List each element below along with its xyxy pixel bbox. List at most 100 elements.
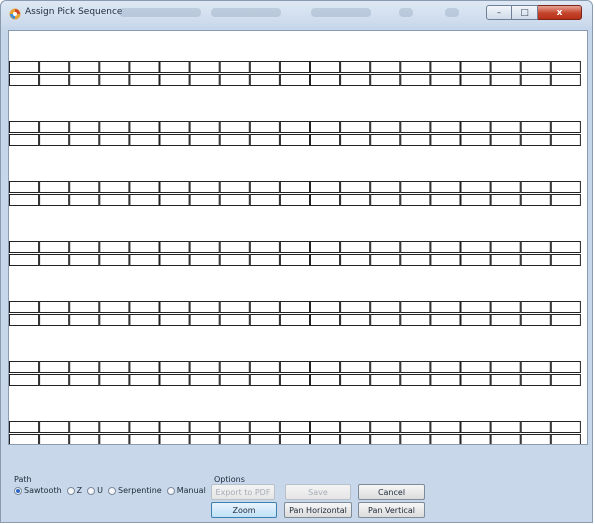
rack-bay[interactable] [219,374,250,386]
rack-bay[interactable] [219,241,250,253]
path-option-z[interactable]: Z [66,486,82,495]
rack-bay[interactable] [310,194,341,206]
rack-bay[interactable] [69,434,100,445]
maximize-button[interactable]: □ [512,5,538,20]
rack-bay[interactable] [249,121,280,133]
rack-bay[interactable] [9,134,40,146]
rack-bay[interactable] [39,254,70,266]
rack-bay[interactable] [520,434,551,445]
rack-bay[interactable] [400,74,431,86]
rack-bay[interactable] [249,421,280,433]
rack-bay[interactable] [159,61,190,73]
rack-bay[interactable] [189,241,220,253]
rack-bay[interactable] [370,314,401,326]
rack-bay[interactable] [550,121,581,133]
pan-vertical-button[interactable]: Pan Vertical [358,502,425,518]
rack-bay[interactable] [490,254,521,266]
rack-bay[interactable] [430,74,461,86]
rack-bay[interactable] [129,314,160,326]
rack-bay[interactable] [129,421,160,433]
rack-bay[interactable] [370,254,401,266]
rack-bay[interactable] [189,74,220,86]
rack-bay[interactable] [129,241,160,253]
rack-bay[interactable] [460,181,491,193]
rack-bay[interactable] [310,74,341,86]
rack-bay[interactable] [279,181,310,193]
rack-bay[interactable] [430,361,461,373]
rack-bay[interactable] [39,61,70,73]
rack-bay[interactable] [39,181,70,193]
rack-bay[interactable] [550,74,581,86]
rack-bay[interactable] [69,61,100,73]
rack-bay[interactable] [520,314,551,326]
rack-bay[interactable] [490,61,521,73]
rack-bay[interactable] [400,121,431,133]
rack-bay[interactable] [370,134,401,146]
rack-bay[interactable] [9,301,40,313]
rack-bay[interactable] [39,421,70,433]
rack-bay[interactable] [340,301,371,313]
rack-bay[interactable] [249,434,280,445]
rack-bay[interactable] [219,314,250,326]
rack-bay[interactable] [189,301,220,313]
rack-bay[interactable] [460,434,491,445]
rack-bay[interactable] [39,314,70,326]
rack-bay[interactable] [129,121,160,133]
rack-bay[interactable] [490,361,521,373]
rack-bay[interactable] [310,421,341,433]
rack-bay[interactable] [310,301,341,313]
rack-bay[interactable] [39,74,70,86]
save-button[interactable]: Save [285,484,351,500]
rack-bay[interactable] [340,74,371,86]
rack-bay[interactable] [99,374,130,386]
rack-bay[interactable] [430,194,461,206]
rack-bay[interactable] [310,361,341,373]
rack-bay[interactable] [9,61,40,73]
rack-bay[interactable] [189,254,220,266]
rack-bay[interactable] [189,434,220,445]
rack-bay[interactable] [219,134,250,146]
rack-bay[interactable] [400,61,431,73]
rack-bay[interactable] [520,374,551,386]
rack-bay[interactable] [550,61,581,73]
rack-bay[interactable] [430,241,461,253]
rack-bay[interactable] [279,374,310,386]
rack-bay[interactable] [460,241,491,253]
rack-bay[interactable] [340,61,371,73]
rack-bay[interactable] [460,121,491,133]
rack-bay[interactable] [370,241,401,253]
rack-bay[interactable] [189,61,220,73]
rack-bay[interactable] [9,74,40,86]
rack-bay[interactable] [430,61,461,73]
rack-bay[interactable] [189,194,220,206]
rack-bay[interactable] [550,241,581,253]
rack-bay[interactable] [249,181,280,193]
rack-bay[interactable] [159,421,190,433]
rack-bay[interactable] [279,361,310,373]
rack-bay[interactable] [219,361,250,373]
rack-bay[interactable] [310,121,341,133]
rack-bay[interactable] [460,61,491,73]
rack-bay[interactable] [340,361,371,373]
rack-bay[interactable] [99,134,130,146]
rack-bay[interactable] [340,374,371,386]
rack-bay[interactable] [129,194,160,206]
rack-bay[interactable] [490,241,521,253]
rack-bay[interactable] [430,434,461,445]
rack-bay[interactable] [550,361,581,373]
rack-bay[interactable] [129,301,160,313]
rack-bay[interactable] [460,194,491,206]
rack-bay[interactable] [340,314,371,326]
rack-bay[interactable] [159,134,190,146]
rack-bay[interactable] [490,121,521,133]
rack-bay[interactable] [430,181,461,193]
rack-bay[interactable] [310,254,341,266]
rack-bay[interactable] [490,301,521,313]
rack-bay[interactable] [99,421,130,433]
rack-bay[interactable] [460,361,491,373]
rack-bay[interactable] [430,314,461,326]
close-button[interactable]: x [538,5,582,20]
rack-bay[interactable] [99,121,130,133]
rack-bay[interactable] [550,181,581,193]
rack-bay[interactable] [340,121,371,133]
